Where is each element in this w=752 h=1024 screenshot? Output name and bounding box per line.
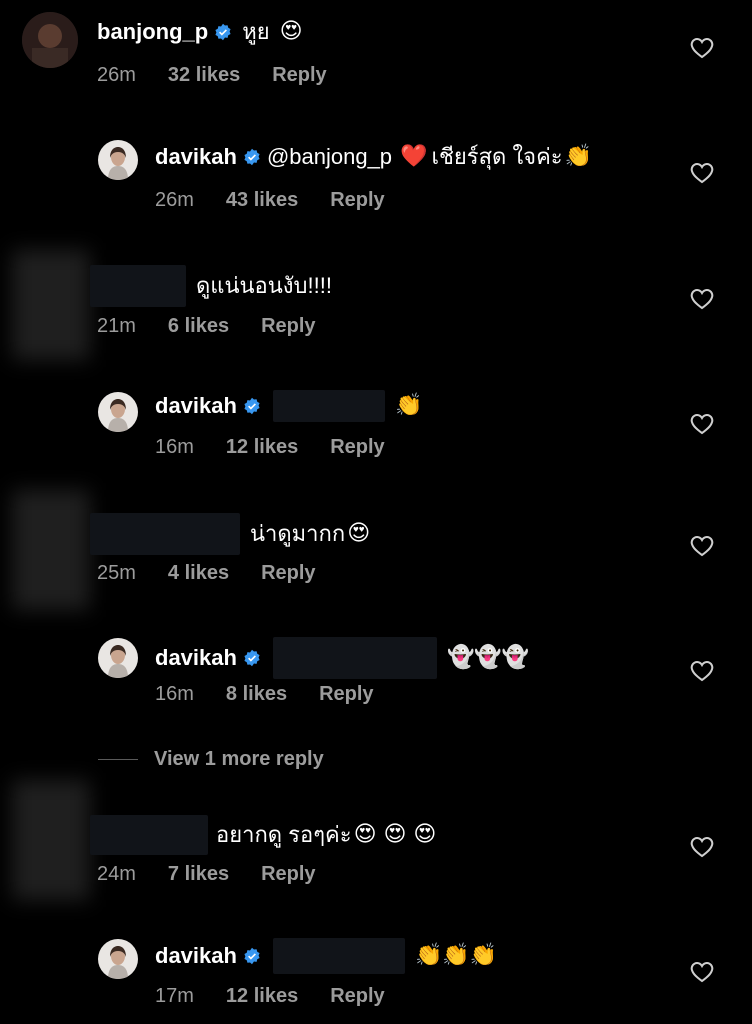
timestamp: 21m [97, 315, 136, 337]
verified-badge-icon [243, 947, 261, 965]
username[interactable]: banjong_p [97, 17, 208, 47]
reply-button[interactable]: Reply [330, 983, 384, 1009]
redacted-username [90, 265, 186, 307]
red-heart-emoji: ❤️ [400, 144, 428, 169]
heart-outline-icon[interactable] [690, 535, 714, 557]
comment-text-line: ดูแน่นอนงับ!!!! [90, 265, 332, 307]
reply-button[interactable]: Reply [272, 62, 326, 88]
view-more-replies-button[interactable]: View 1 more reply [98, 748, 324, 771]
redacted-username [90, 513, 240, 555]
comment-meta: 16m 12 likes Reply [155, 434, 417, 460]
ghost-emoji: 👻👻👻 [446, 645, 530, 670]
view-more-label: View 1 more reply [154, 748, 324, 770]
reply-button[interactable]: Reply [330, 434, 384, 460]
comment-meta: 24m 7 likes Reply [97, 861, 348, 887]
blurred-avatar [12, 780, 90, 900]
likes-count[interactable]: 8 likes [226, 681, 287, 707]
verified-badge-icon [214, 23, 232, 41]
verified-badge-icon [243, 397, 261, 415]
timestamp: 16m [155, 436, 194, 458]
verified-badge-icon [243, 649, 261, 667]
comment-text: อยากดู รอๆค่ะ [216, 822, 352, 847]
heart-eyes-emoji: 😍 😍 😍 [353, 822, 437, 847]
timestamp: 17m [155, 985, 194, 1007]
heart-outline-icon[interactable] [690, 288, 714, 310]
mention-link[interactable]: @banjong_p [267, 142, 392, 172]
redacted-mention [272, 938, 405, 974]
timestamp: 16m [155, 683, 194, 705]
clap-emoji: 👏 [564, 144, 593, 169]
username[interactable]: davikah [155, 941, 237, 971]
timestamp: 25m [97, 562, 136, 584]
redacted-mention [272, 390, 385, 422]
username[interactable]: davikah [155, 643, 237, 673]
heart-outline-icon[interactable] [690, 660, 714, 682]
comment-text-line: banjong_p หูย 😍 [97, 17, 303, 47]
username[interactable]: davikah [155, 391, 237, 421]
avatar[interactable] [98, 392, 138, 432]
likes-count[interactable]: 12 likes [226, 983, 298, 1009]
blurred-avatar [12, 250, 90, 360]
avatar[interactable] [98, 638, 138, 678]
timestamp: 26m [155, 189, 194, 211]
comment-text-line: น่าดูมากก 😍 [90, 513, 370, 555]
reply-button[interactable]: Reply [261, 861, 315, 887]
likes-count[interactable]: 4 likes [168, 560, 229, 586]
comment-text-line: อยากดู รอๆค่ะ 😍 😍 😍 [90, 815, 436, 855]
comment-text: หูย [242, 19, 270, 44]
likes-count[interactable]: 12 likes [226, 434, 298, 460]
avatar[interactable] [98, 939, 138, 979]
comment-meta: 26m 32 likes Reply [97, 62, 359, 88]
comment-text-line: davikah 👏 [155, 390, 422, 422]
heart-eyes-emoji: 😍 [347, 521, 371, 546]
likes-count[interactable]: 32 likes [168, 62, 240, 88]
divider [98, 759, 138, 760]
avatar[interactable] [98, 140, 138, 180]
reply-button[interactable]: Reply [261, 560, 315, 586]
emoji: 😍 [279, 19, 303, 44]
timestamp: 26m [97, 64, 136, 86]
heart-outline-icon[interactable] [690, 836, 714, 858]
heart-outline-icon[interactable] [690, 37, 714, 59]
comment-meta: 16m 8 likes Reply [155, 681, 406, 707]
comment-text-line: davikah 👻👻👻 [155, 637, 529, 679]
likes-count[interactable]: 6 likes [168, 313, 229, 339]
heart-outline-icon[interactable] [690, 961, 714, 983]
avatar[interactable] [22, 12, 78, 68]
timestamp: 24m [97, 863, 136, 885]
redacted-username [90, 815, 208, 855]
likes-count[interactable]: 43 likes [226, 187, 298, 213]
comment-text: น่าดูมากก [250, 521, 346, 546]
comment-text: ดูแน่นอนงับ!!!! [196, 273, 332, 298]
comment-text-line: davikah @banjong_p ❤️ เชียร์สุด ใจค่ะ 👏 [155, 142, 592, 172]
heart-outline-icon[interactable] [690, 162, 714, 184]
comment-meta: 17m 12 likes Reply [155, 983, 417, 1009]
clap-emoji: 👏👏👏 [414, 943, 498, 968]
redacted-mention [272, 637, 437, 679]
verified-badge-icon [243, 148, 261, 166]
reply-button[interactable]: Reply [261, 313, 315, 339]
comment-text-line: davikah 👏👏👏 [155, 938, 497, 974]
reply-button[interactable]: Reply [330, 187, 384, 213]
comment-text: เชียร์สุด ใจค่ะ [431, 144, 563, 169]
comment-meta: 26m 43 likes Reply [155, 187, 417, 213]
clap-emoji: 👏 [394, 393, 423, 418]
reply-button[interactable]: Reply [319, 681, 373, 707]
blurred-avatar [12, 490, 90, 610]
comment-meta: 21m 6 likes Reply [97, 313, 348, 339]
username[interactable]: davikah [155, 142, 237, 172]
heart-outline-icon[interactable] [690, 413, 714, 435]
comment-meta: 25m 4 likes Reply [97, 560, 348, 586]
likes-count[interactable]: 7 likes [168, 861, 229, 887]
